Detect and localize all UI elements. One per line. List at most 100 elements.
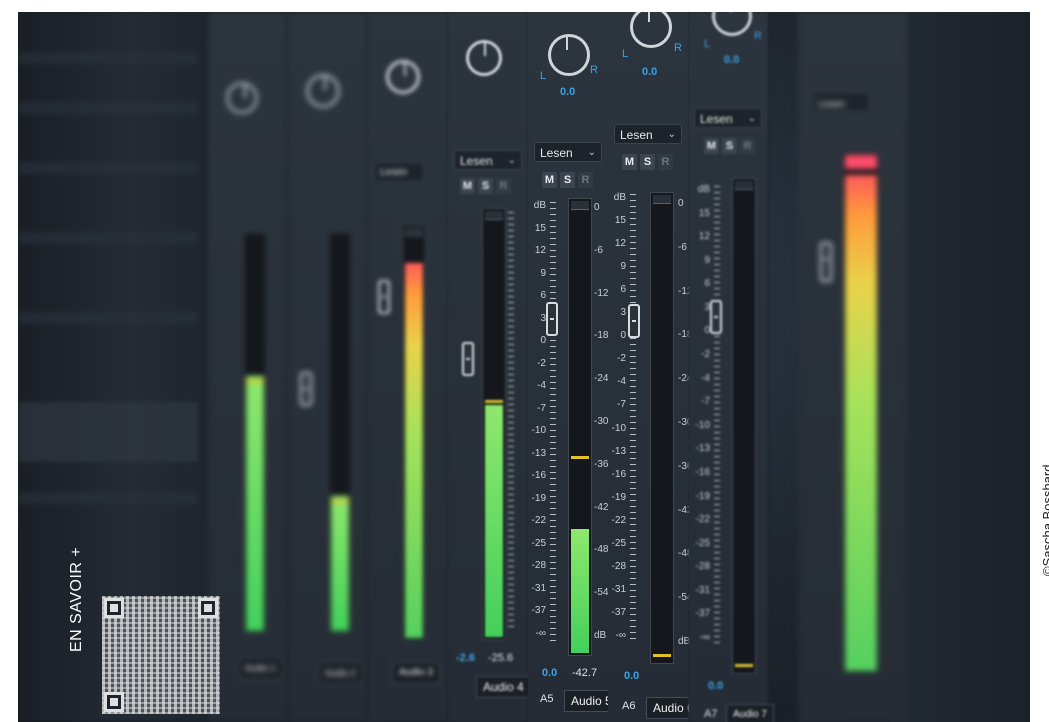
scale-label: -28	[531, 560, 546, 572]
automation-mode-label: Lesen	[540, 146, 573, 160]
scale-label: -10	[695, 419, 710, 431]
level-meter	[482, 208, 506, 640]
track-name-audio7[interactable]: Audio 7	[726, 704, 774, 722]
solo-button[interactable]: S	[560, 172, 575, 188]
volume-value[interactable]: 0.0	[708, 680, 723, 692]
scale-label: -10	[611, 422, 626, 434]
solo-button[interactable]: S	[478, 178, 493, 194]
scale-label: 12	[614, 238, 626, 250]
volume-value[interactable]: 0.0	[542, 667, 557, 679]
pan-value[interactable]: 0.0	[642, 66, 657, 78]
scale-label: dB	[594, 630, 607, 641]
automation-mode-select[interactable]: Lesen ⌄	[694, 108, 762, 128]
fader-handle[interactable]	[628, 304, 640, 338]
volume-value[interactable]: -2.6	[456, 652, 475, 664]
scale-label: 3	[620, 307, 626, 319]
automation-mode-select[interactable]: Lesen ⌄	[454, 150, 522, 170]
pan-knob[interactable]	[548, 34, 590, 76]
solo-button[interactable]: S	[722, 138, 737, 154]
scale-label: -7	[701, 396, 710, 408]
pan-value[interactable]: 0.0	[560, 86, 575, 98]
scale-label: dB	[533, 200, 546, 211]
scale-label: -16	[531, 470, 546, 482]
automation-mode-label: Lesen	[818, 99, 846, 110]
scale-label: -16	[695, 466, 710, 478]
background-blur-right	[890, 12, 1030, 722]
scale-label: -16	[611, 468, 626, 480]
scale-label: -4	[701, 372, 710, 384]
pan-left-label: L	[540, 70, 547, 82]
record-button[interactable]: R	[496, 178, 511, 194]
scale-label: 15	[614, 215, 626, 227]
level-meter	[243, 232, 267, 634]
channel-strip-audio1: Audio 1	[208, 12, 289, 722]
fader-scale: dB 15 12 9 6 3 0 -2 -4 -7 -10 -13 -16 -19 -22 -25 -28 -31…	[526, 200, 546, 640]
track-name-audio3[interactable]: Audio 3	[392, 662, 440, 684]
pan-knob[interactable]	[386, 60, 420, 94]
fader-handle[interactable]	[300, 372, 312, 406]
pan-knob[interactable]	[630, 12, 672, 48]
scale-label: 12	[698, 231, 710, 243]
pan-knob[interactable]	[226, 82, 258, 114]
record-button[interactable]: R	[578, 172, 593, 188]
mute-button[interactable]: M	[622, 154, 637, 170]
track-name-audio4[interactable]: Audio 4	[476, 676, 531, 698]
learn-more-label[interactable]: EN SAVOIR +	[68, 547, 86, 652]
mute-solo-record: M S R	[542, 172, 593, 188]
record-button[interactable]: R	[740, 138, 755, 154]
scale-label: -2	[537, 357, 546, 369]
track-name-audio2[interactable]: Audio 2	[318, 662, 363, 684]
track-name-audio1[interactable]: Audio 1	[238, 657, 283, 679]
scale-label: 0	[620, 330, 626, 342]
scale-label: -31	[531, 582, 546, 594]
qr-code-icon[interactable]	[102, 596, 220, 714]
scale-label: -13	[695, 443, 710, 455]
solo-button[interactable]: S	[640, 154, 655, 170]
level-meter	[328, 232, 352, 634]
fader-scale: dB 15 12 9 6 3 0 -2 -4 -7 -10 -13 -16 -19 -22 -25 -28 -31…	[690, 184, 710, 644]
scale-label: -28	[695, 561, 710, 573]
scale-label: -28	[611, 560, 626, 572]
channel-strip-audio7: L R 0.0 Lesen ⌄ M S R dB 15 12 9 6 3 0 -2 -4 -7 -1…	[688, 12, 774, 722]
channel-strip-audio6: L R 0.0 Lesen ⌄ M S R dB 15 12 9 6 3 0 -2 -4 -7 -1…	[608, 12, 701, 722]
level-meter	[732, 178, 756, 674]
chevron-down-icon: ⌄	[507, 155, 516, 166]
scale-label: 9	[540, 267, 546, 279]
fader-handle[interactable]	[378, 280, 390, 314]
pan-knob[interactable]	[712, 12, 752, 36]
scale-label: -13	[611, 445, 626, 457]
scale-label: -7	[617, 399, 626, 411]
mute-button[interactable]: M	[542, 172, 557, 188]
fader-handle[interactable]	[710, 300, 722, 334]
scale-label: -2	[617, 353, 626, 365]
scale-label: 9	[620, 261, 626, 273]
pan-right-label: R	[674, 42, 682, 54]
volume-value[interactable]: 0.0	[624, 670, 639, 682]
automation-mode-select[interactable]: Lesen	[374, 162, 424, 182]
pan-knob[interactable]	[466, 40, 502, 76]
record-button[interactable]: R	[658, 154, 673, 170]
scale-label: -∞	[699, 632, 710, 643]
mute-button[interactable]: M	[460, 178, 475, 194]
pan-value[interactable]: 0.0	[724, 54, 739, 66]
scale-label: -4	[537, 380, 546, 392]
pan-left-label: L	[704, 38, 711, 50]
pan-knob[interactable]	[306, 74, 340, 108]
fader-handle[interactable]	[820, 242, 832, 282]
photo-credit: ©Sascha Bosshard	[1040, 464, 1049, 576]
scale-label: -13	[531, 447, 546, 459]
track-id: A6	[622, 700, 636, 712]
scale-label: -37	[611, 606, 626, 618]
fader-handle[interactable]	[546, 302, 558, 336]
scale-label: -25	[531, 537, 546, 549]
automation-mode-select[interactable]: Lesen	[812, 92, 870, 112]
fader-handle[interactable]	[462, 342, 474, 376]
scale-label: dB	[697, 184, 710, 195]
scale-label: -37	[695, 608, 710, 620]
scale-label: -∞	[535, 628, 546, 639]
scale-label: 6	[540, 290, 546, 302]
automation-mode-select[interactable]: Lesen ⌄	[534, 142, 602, 162]
automation-mode-select[interactable]: Lesen ⌄	[614, 124, 682, 144]
chevron-down-icon: ⌄	[747, 113, 756, 124]
mute-button[interactable]: M	[704, 138, 719, 154]
